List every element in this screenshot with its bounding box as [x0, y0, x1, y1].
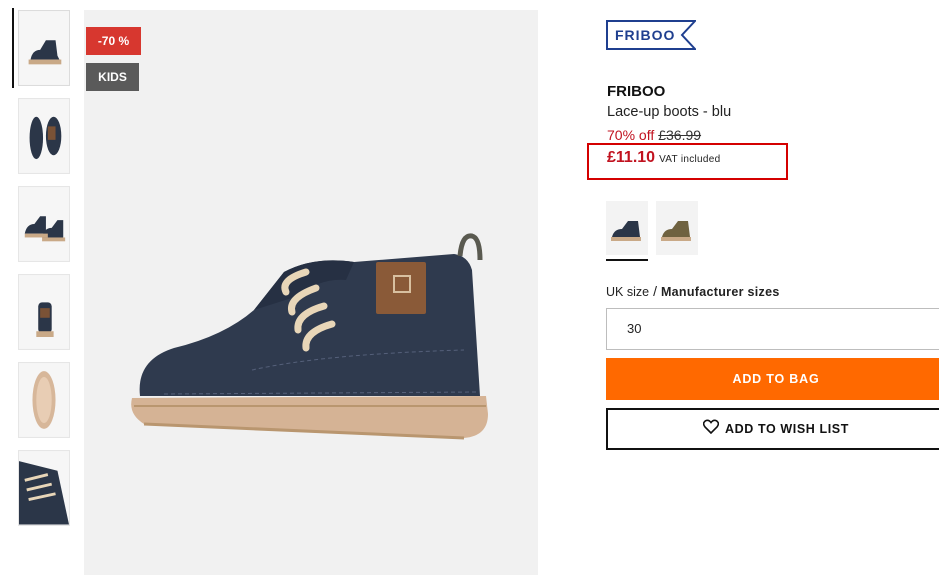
original-price: £36.99	[658, 127, 702, 143]
wishlist-label: ADD TO WISH LIST	[725, 422, 849, 436]
active-thumbnail-indicator	[12, 8, 14, 88]
discount-percent: 70% off	[607, 127, 655, 143]
brand-name[interactable]: FRIBOO	[607, 83, 665, 100]
size-label: UK size / Manufacturer sizes	[606, 283, 780, 299]
selected-swatch-indicator	[606, 259, 648, 261]
brand-logo[interactable]: FRIBOO	[606, 20, 698, 50]
category-badge: KIDS	[86, 63, 139, 91]
size-select[interactable]: 30	[606, 308, 939, 350]
product-main-image[interactable]	[84, 10, 538, 575]
discount-badge: -70 %	[86, 27, 141, 55]
thumbnail-top-view[interactable]	[18, 98, 70, 174]
heart-icon	[702, 411, 720, 449]
size-separator: /	[653, 283, 657, 299]
manufacturer-sizes-link[interactable]: Manufacturer sizes	[661, 285, 780, 299]
brand-logo-text: FRIBOO	[615, 27, 675, 43]
thumbnail-sole-view[interactable]	[18, 362, 70, 438]
thumbnail-pair-view[interactable]	[18, 186, 70, 262]
thumbnail-detail-view[interactable]	[18, 450, 70, 526]
thumbnail-back-view[interactable]	[18, 274, 70, 350]
size-system-label: UK size	[606, 285, 650, 299]
add-to-bag-button[interactable]: ADD TO BAG	[606, 358, 939, 400]
color-swatch-navy[interactable]	[606, 201, 648, 255]
price-highlight-box	[587, 143, 788, 180]
product-title: Lace-up boots - blu	[607, 104, 732, 120]
thumbnail-side-view[interactable]	[18, 10, 70, 86]
add-to-wishlist-button[interactable]: ADD TO WISH LIST	[606, 408, 939, 450]
color-swatch-olive[interactable]	[656, 201, 698, 255]
discount-line: 70% off £36.99	[607, 127, 701, 143]
